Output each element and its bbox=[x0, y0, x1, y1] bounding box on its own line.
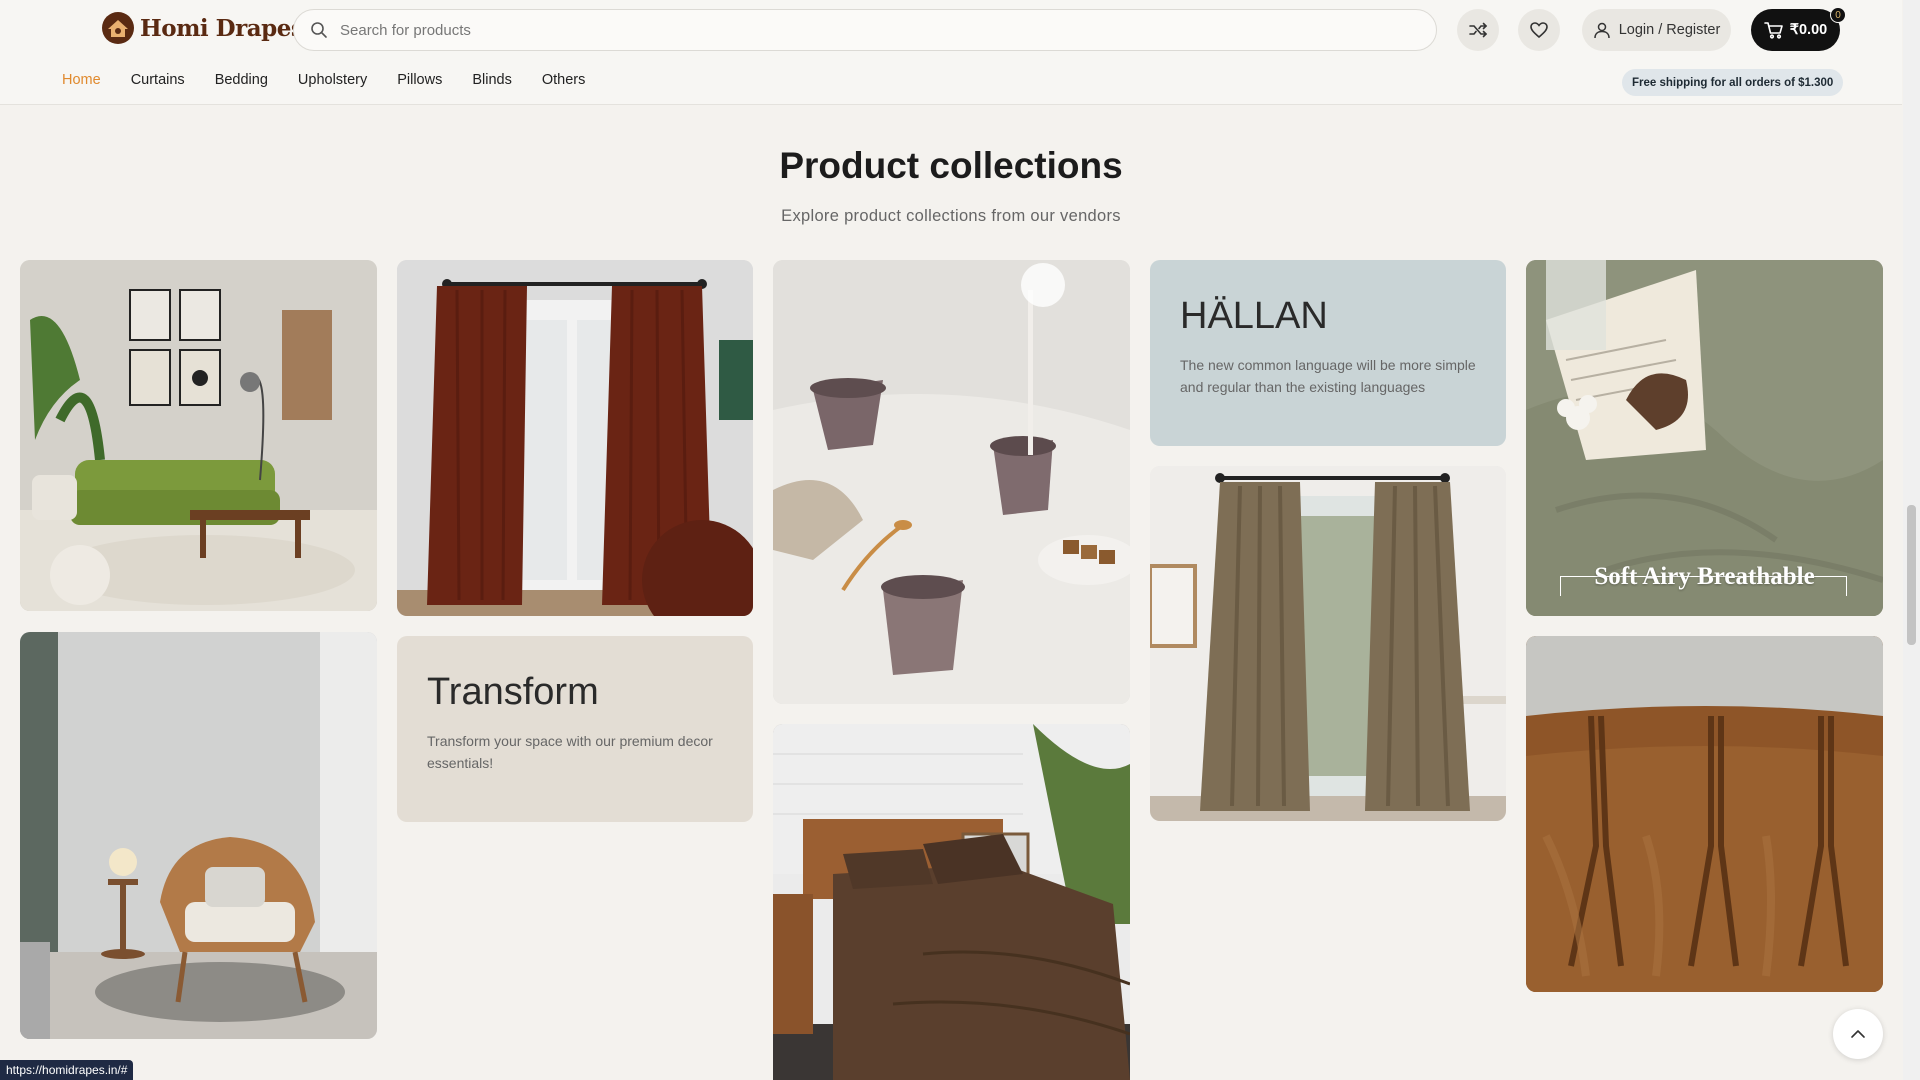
nav-item-curtains[interactable]: Curtains bbox=[131, 72, 185, 88]
hallan-heading: HÄLLAN bbox=[1180, 295, 1328, 337]
collection-card-velvet-curtains[interactable] bbox=[1150, 466, 1506, 821]
transform-heading: Transform bbox=[427, 671, 599, 713]
cart-button[interactable]: ₹0.00 bbox=[1751, 9, 1840, 51]
collection-card-transform[interactable]: Transform Transform your space with our … bbox=[397, 636, 753, 822]
logo-icon bbox=[102, 12, 134, 44]
cart-icon bbox=[1763, 22, 1783, 39]
search-input[interactable] bbox=[340, 21, 1340, 39]
main-nav: Home Curtains Bedding Upholstery Pillows… bbox=[62, 72, 615, 88]
section-title: Product collections bbox=[779, 145, 1123, 186]
soft-airy-caption: Soft Airy Breathable bbox=[1594, 563, 1815, 590]
collection-card-pleats[interactable] bbox=[1526, 636, 1883, 992]
logo-text: Homi Drapes bbox=[140, 14, 304, 42]
scroll-to-top-button[interactable] bbox=[1833, 1009, 1883, 1059]
collection-card-sheer-curtains[interactable] bbox=[397, 260, 753, 616]
collection-card-armchair[interactable] bbox=[20, 632, 377, 1039]
collection-card-soft-airy[interactable]: Soft Airy Breathable bbox=[1526, 260, 1883, 616]
nav-item-upholstery[interactable]: Upholstery bbox=[298, 72, 367, 88]
shipping-badge: Free shipping for all orders of $1.300 bbox=[1622, 69, 1844, 96]
nav-item-home[interactable]: Home bbox=[62, 72, 101, 88]
nav-item-others[interactable]: Others bbox=[542, 72, 586, 88]
cups-image bbox=[773, 260, 1130, 704]
chevron-up-icon bbox=[1851, 1030, 1865, 1038]
compare-button[interactable] bbox=[1457, 9, 1499, 51]
collection-card-living-room[interactable] bbox=[20, 260, 377, 611]
pleats-image bbox=[1526, 636, 1883, 992]
transform-text: Transform your space with our premium de… bbox=[427, 733, 713, 771]
nav-item-pillows[interactable]: Pillows bbox=[397, 72, 442, 88]
sheer-curtains-image bbox=[397, 260, 753, 616]
collection-card-cups[interactable] bbox=[773, 260, 1130, 704]
user-icon bbox=[1593, 22, 1610, 39]
heart-icon bbox=[1530, 22, 1548, 39]
wishlist-button[interactable] bbox=[1518, 9, 1560, 51]
nav-item-blinds[interactable]: Blinds bbox=[472, 72, 512, 88]
status-url: https://homidrapes.in/# bbox=[0, 1060, 134, 1080]
site-header: Homi Drapes Login / Register ₹0.00 0 Hom… bbox=[0, 0, 1902, 105]
collection-card-bedding[interactable] bbox=[773, 724, 1130, 1080]
section-subtitle: Explore product collections from our ven… bbox=[781, 207, 1121, 225]
cart-count-badge: 0 bbox=[1830, 7, 1846, 23]
shuffle-icon bbox=[1469, 22, 1488, 38]
logo[interactable]: Homi Drapes bbox=[100, 10, 304, 46]
scrollbar-thumb[interactable] bbox=[1907, 505, 1916, 645]
nav-item-bedding[interactable]: Bedding bbox=[215, 72, 268, 88]
velvet-curtains-image bbox=[1150, 466, 1506, 821]
login-register-button[interactable]: Login / Register bbox=[1582, 9, 1731, 51]
living-room-image bbox=[20, 260, 377, 611]
search-icon bbox=[311, 22, 327, 38]
cart-total: ₹0.00 bbox=[1789, 22, 1828, 38]
search-bar[interactable] bbox=[293, 9, 1437, 51]
hallan-text: The new common language will be more sim… bbox=[1180, 357, 1476, 395]
bedding-image bbox=[773, 724, 1130, 1080]
collection-card-hallan[interactable]: HÄLLAN The new common language will be m… bbox=[1150, 260, 1506, 446]
armchair-image bbox=[20, 632, 377, 1039]
login-label: Login / Register bbox=[1618, 22, 1721, 38]
